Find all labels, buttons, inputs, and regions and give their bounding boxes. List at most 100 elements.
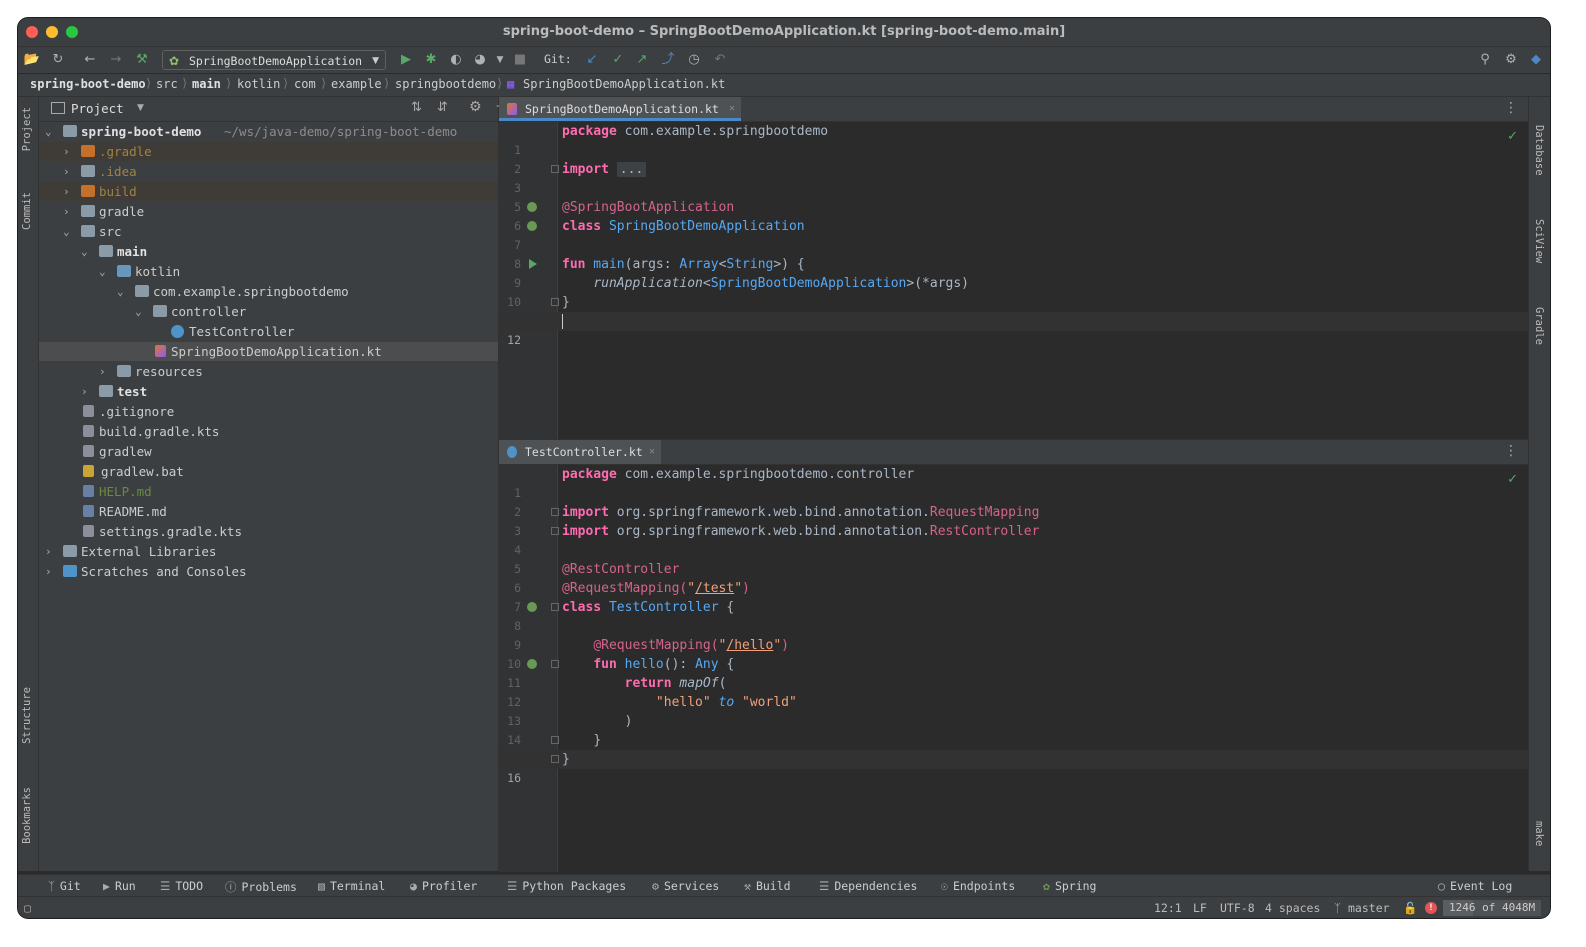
lock-icon[interactable]: 🔓 (1403, 901, 1417, 915)
more-options-icon[interactable]: ⋮ (1504, 100, 1518, 116)
code-line[interactable]: 3 import ... (499, 160, 1528, 195)
tree-item-resources[interactable]: › resources (39, 362, 498, 381)
tree-item-gradlew-bat[interactable]: gradlew.bat (39, 462, 498, 481)
tree-item-test[interactable]: › test (39, 382, 498, 401)
tree-item-gradle-dir[interactable]: › .gradle (39, 142, 498, 161)
chevron-down-icon[interactable]: ⌄ (135, 302, 142, 321)
code-line[interactable]: 6 @RestController (499, 560, 1528, 595)
collapse-all-icon[interactable]: ⇵ (437, 100, 448, 115)
breadcrumb-springbootdemo[interactable]: springbootdemo (395, 77, 496, 91)
close-tab-icon[interactable]: ✕ (649, 440, 655, 464)
structure-tool-tab[interactable]: Structure (21, 687, 33, 744)
tool-tab-todo[interactable]: ☰ TODO (160, 879, 203, 893)
more-run-options-icon[interactable]: ▼ (490, 50, 510, 70)
fold-toggle-icon[interactable] (551, 603, 559, 611)
tree-item-package[interactable]: ⌄ com.example.springbootdemo (39, 282, 498, 301)
tree-item-external-libraries[interactable]: › External Libraries (39, 542, 498, 561)
tree-item-build[interactable]: › build (39, 182, 498, 201)
search-icon[interactable]: ⚲ (1475, 50, 1495, 70)
folded-imports[interactable]: ... (616, 162, 647, 177)
spring-bean-gutter-icon[interactable] (527, 602, 537, 612)
code-line[interactable]: 12 return mapOf( (499, 674, 1528, 709)
stop-icon[interactable]: ■ (510, 50, 530, 70)
tree-item-scratches[interactable]: › Scratches and Consoles (39, 562, 498, 581)
tree-item-build-gradle[interactable]: build.gradle.kts (39, 422, 498, 441)
gear-icon[interactable]: ⚙ (1501, 50, 1521, 70)
tree-item-gradle[interactable]: › gradle (39, 202, 498, 221)
tree-item-help-md[interactable]: HELP.md (39, 482, 498, 501)
tree-item-springbootdemoapplication[interactable]: SpringBootDemoApplication.kt (39, 342, 498, 361)
chevron-right-icon[interactable]: › (63, 142, 70, 161)
code-line[interactable]: 9 (499, 617, 1528, 652)
chevron-right-icon[interactable]: › (45, 562, 52, 581)
url-path-link[interactable]: /test (695, 581, 734, 596)
chevron-right-icon[interactable]: › (63, 162, 70, 181)
tree-item-gitignore[interactable]: .gitignore (39, 402, 498, 421)
chevron-down-icon[interactable]: ⌄ (45, 122, 52, 141)
code-line[interactable]: 13 "hello" to "world" (499, 693, 1528, 728)
toolbox-logo-icon[interactable]: ◆ (1526, 50, 1546, 70)
caret-position[interactable]: 12:1 (1154, 901, 1182, 915)
tree-item-root[interactable]: ⌄ spring-boot-demo ~/ws/java-demo/spring… (39, 122, 498, 141)
spring-bean-gutter-icon[interactable] (527, 221, 537, 231)
chevron-right-icon[interactable]: › (99, 362, 106, 381)
memory-indicator[interactable]: 1246 of 4048M (1443, 900, 1541, 916)
fold-toggle-icon[interactable] (551, 660, 559, 668)
git-update-icon[interactable]: ↙ (582, 50, 602, 70)
tab-testcontroller[interactable]: TestController.kt ✕ (499, 440, 661, 464)
tool-tab-dependencies[interactable]: ☰ Dependencies (819, 879, 917, 893)
debug-icon[interactable]: ✱ (421, 50, 441, 70)
coverage-icon[interactable]: ◐ (446, 50, 466, 70)
chevron-right-icon[interactable]: › (63, 182, 70, 201)
code-line[interactable]: 8 (499, 236, 1528, 271)
toggle-tool-windows-icon[interactable]: ▢ (24, 901, 31, 915)
tree-item-readme[interactable]: README.md (39, 502, 498, 521)
code-line[interactable]: 3 import org.springframework.web.bind.an… (499, 503, 1528, 538)
file-encoding[interactable]: UTF-8 (1220, 901, 1255, 915)
project-tool-tab[interactable]: Project (21, 107, 33, 151)
breadcrumb-project[interactable]: spring-boot-demo (30, 77, 146, 91)
chevron-down-icon[interactable]: ▼ (137, 103, 144, 113)
fold-toggle-icon[interactable] (551, 527, 559, 535)
code-line[interactable]: 11 } (499, 293, 1528, 328)
git-merge-icon[interactable]: ⤴ (658, 50, 678, 70)
run-configuration-select[interactable]: ✿ SpringBootDemoApplication ▼ (162, 50, 386, 70)
breadcrumb-com[interactable]: com (294, 77, 316, 91)
tree-item-kotlin[interactable]: ⌄ kotlin (39, 262, 498, 281)
tool-tab-services[interactable]: ⚙ Services (652, 879, 719, 893)
breadcrumb-main[interactable]: main (192, 77, 221, 91)
project-view-selector[interactable]: Project (71, 101, 124, 116)
rollback-icon[interactable]: ↶ (710, 50, 730, 70)
tree-item-gradlew[interactable]: gradlew (39, 442, 498, 461)
tree-item-controller[interactable]: ⌄ controller (39, 302, 498, 321)
breadcrumb-example[interactable]: example (331, 77, 382, 91)
commit-tool-tab[interactable]: Commit (21, 192, 33, 230)
fold-toggle-icon[interactable] (551, 736, 559, 744)
code-line[interactable]: 5 (499, 179, 1528, 214)
git-push-icon[interactable]: ↗ (632, 50, 652, 70)
git-commit-icon[interactable]: ✓ (608, 50, 628, 70)
gradle-tool-tab[interactable]: Gradle (1533, 307, 1545, 345)
code-line-current[interactable]: 16 } (499, 750, 1528, 785)
code-line[interactable]: 9 fun main(args: Array<String>) { (499, 255, 1528, 290)
expand-all-icon[interactable]: ⇅ (411, 100, 422, 115)
fold-toggle-icon[interactable] (551, 755, 559, 763)
gear-icon[interactable]: ⚙ (469, 99, 482, 115)
tool-tab-run[interactable]: ▶ Run (103, 879, 136, 893)
database-tool-tab[interactable]: Database (1533, 125, 1545, 176)
bookmarks-tool-tab[interactable]: Bookmarks (21, 787, 33, 844)
tool-tab-endpoints[interactable]: ☉ Endpoints (941, 879, 1015, 893)
code-line[interactable]: 11 fun hello(): Any { (499, 655, 1528, 690)
tool-tab-profiler[interactable]: ◕ Profiler (410, 879, 477, 893)
code-line-current[interactable]: 12 (499, 312, 1528, 347)
tool-tab-git[interactable]: ᛉ Git (48, 879, 81, 893)
fold-toggle-icon[interactable] (551, 165, 559, 173)
breadcrumb-file[interactable]: SpringBootDemoApplication.kt (523, 77, 725, 91)
tree-item-idea[interactable]: › .idea (39, 162, 498, 181)
code-line[interactable]: 15 } (499, 731, 1528, 766)
back-arrow-icon[interactable]: ← (80, 50, 100, 70)
tree-item-src[interactable]: ⌄ src (39, 222, 498, 241)
code-line[interactable]: 2 (499, 141, 1528, 176)
chevron-down-icon[interactable]: ⌄ (63, 222, 70, 241)
chevron-right-icon[interactable]: › (45, 542, 52, 561)
